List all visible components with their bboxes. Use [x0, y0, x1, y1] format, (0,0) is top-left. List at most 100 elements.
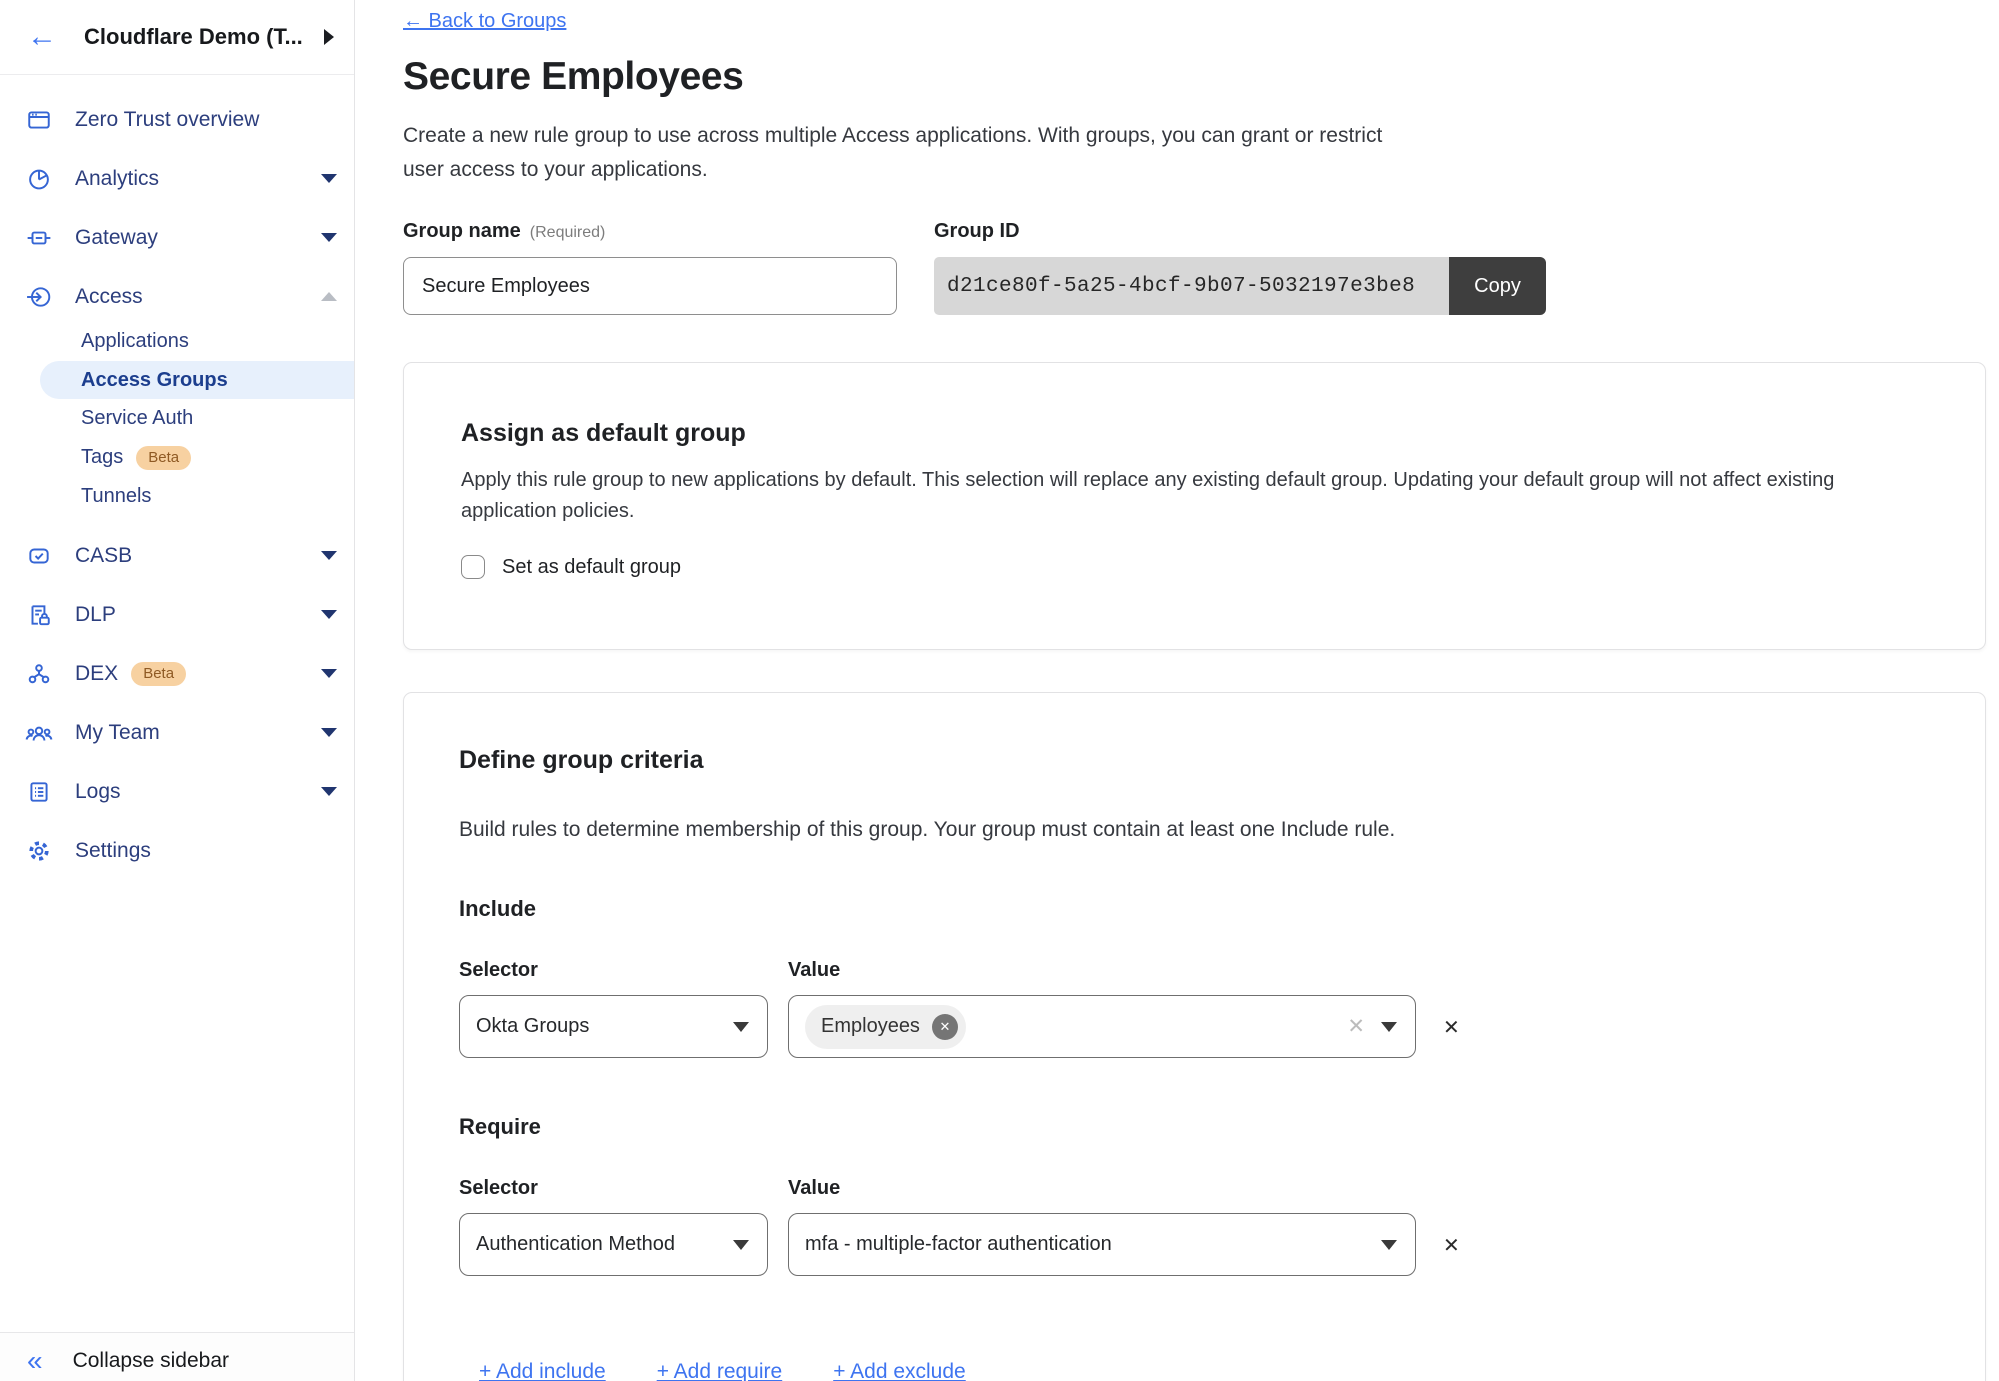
- sidebar-item-label: Tags: [81, 446, 123, 469]
- group-id-value: d21ce80f-5a25-4bcf-9b07-5032197e3be8: [934, 257, 1449, 315]
- chevron-down-icon[interactable]: [321, 233, 337, 242]
- chevron-down-icon[interactable]: [321, 669, 337, 678]
- include-value-multiselect[interactable]: Employees ✕ ✕: [788, 995, 1416, 1058]
- add-require-link[interactable]: + Add require: [657, 1360, 783, 1381]
- window-icon: [25, 106, 53, 134]
- include-section-title: Include: [459, 896, 1925, 922]
- sidebar-item-tags[interactable]: Tags Beta: [0, 438, 354, 477]
- include-rule-row: Selector Okta Groups Value Employees ✕ ✕: [459, 959, 1925, 1058]
- sidebar-item-zero-trust-overview[interactable]: Zero Trust overview: [0, 90, 354, 149]
- sidebar-item-dlp[interactable]: DLP: [0, 585, 354, 644]
- chevron-down-icon[interactable]: [321, 787, 337, 796]
- copy-button[interactable]: Copy: [1449, 257, 1546, 315]
- sidebar-item-dex[interactable]: DEX Beta: [0, 644, 354, 703]
- required-hint: (Required): [530, 224, 606, 242]
- default-group-card-title: Assign as default group: [461, 419, 1925, 448]
- chevron-down-icon[interactable]: [321, 610, 337, 619]
- sidebar-item-applications[interactable]: Applications: [0, 322, 354, 361]
- sidebar-item-my-team[interactable]: My Team: [0, 703, 354, 762]
- sidebar-item-label: Zero Trust overview: [75, 108, 259, 132]
- group-name-field-block: Group name (Required): [403, 220, 897, 315]
- require-value-value: mfa - multiple-factor authentication: [805, 1233, 1112, 1256]
- collapse-icon: «: [27, 1347, 43, 1375]
- require-selector-dropdown[interactable]: Authentication Method: [459, 1213, 768, 1276]
- require-selector-value: Authentication Method: [476, 1233, 675, 1256]
- remove-include-rule-icon[interactable]: ✕: [1443, 1015, 1460, 1040]
- remove-tag-icon[interactable]: ✕: [932, 1014, 958, 1040]
- sidebar-item-casb[interactable]: CASB: [0, 526, 354, 585]
- sidebar-item-label: CASB: [75, 544, 132, 568]
- gateway-icon: [25, 224, 53, 252]
- sidebar-item-label: Gateway: [75, 226, 158, 250]
- require-value-dropdown[interactable]: mfa - multiple-factor authentication: [788, 1213, 1416, 1276]
- chevron-down-icon[interactable]: [321, 174, 337, 183]
- caret-down-icon: [733, 1022, 749, 1032]
- casb-icon: [25, 542, 53, 570]
- sidebar-item-label: Applications: [81, 330, 189, 353]
- sidebar-item-access-groups[interactable]: Access Groups: [40, 361, 354, 399]
- sidebar-item-label: Tunnels: [81, 485, 151, 508]
- criteria-card: Define group criteria Build rules to det…: [403, 692, 1986, 1381]
- sidebar-item-settings[interactable]: Settings: [0, 821, 354, 880]
- rule-actions-row: + Add include + Add require + Add exclud…: [479, 1360, 1925, 1381]
- chevron-up-icon[interactable]: [321, 292, 337, 301]
- sidebar-item-analytics[interactable]: Analytics: [0, 149, 354, 208]
- include-selector-label: Selector: [459, 959, 768, 982]
- back-to-groups-link[interactable]: ← Back to Groups: [403, 10, 566, 33]
- sidebar-item-label: DEX: [75, 662, 118, 686]
- sidebar-nav: Zero Trust overview Analytics: [0, 75, 354, 880]
- access-submenu: Applications Access Groups Service Auth …: [0, 322, 354, 516]
- clear-icon[interactable]: ✕: [1347, 1014, 1365, 1039]
- caret-down-icon: [1381, 1240, 1397, 1250]
- sidebar-item-gateway[interactable]: Gateway: [0, 208, 354, 267]
- add-exclude-link[interactable]: + Add exclude: [833, 1360, 966, 1381]
- team-icon: [25, 719, 53, 747]
- default-group-card: Assign as default group Apply this rule …: [403, 362, 1986, 650]
- beta-badge: Beta: [136, 446, 191, 470]
- gear-icon: [25, 837, 53, 865]
- group-id-label: Group ID: [934, 220, 1020, 242]
- collapse-label: Collapse sidebar: [73, 1349, 229, 1373]
- sidebar-item-label: DLP: [75, 603, 116, 627]
- include-selector-dropdown[interactable]: Okta Groups: [459, 995, 768, 1058]
- chevron-down-icon[interactable]: [321, 728, 337, 737]
- page-title: Secure Employees: [403, 55, 1985, 99]
- pie-chart-icon: [25, 165, 53, 193]
- account-title[interactable]: Cloudflare Demo (T...: [84, 24, 316, 50]
- require-rule-row: Selector Authentication Method Value mfa…: [459, 1177, 1925, 1276]
- app-window: ← Cloudflare Demo (T... Zero Trust overv…: [0, 0, 1999, 1381]
- group-name-input[interactable]: [403, 257, 897, 315]
- sidebar-item-access[interactable]: Access: [0, 267, 354, 326]
- add-include-link[interactable]: + Add include: [479, 1360, 606, 1381]
- access-icon: [25, 283, 53, 311]
- document-lock-icon: [25, 601, 53, 629]
- default-group-checkbox-row: Set as default group: [461, 555, 1925, 579]
- chevron-down-icon[interactable]: [321, 551, 337, 560]
- value-tag-label: Employees: [821, 1015, 920, 1038]
- logs-icon: [25, 778, 53, 806]
- sidebar-item-label: Access Groups: [81, 369, 228, 392]
- page-description: Create a new rule group to use across mu…: [403, 119, 1403, 187]
- sidebar-item-tunnels[interactable]: Tunnels: [0, 477, 354, 516]
- sidebar-item-label: My Team: [75, 721, 160, 745]
- network-nodes-icon: [25, 660, 53, 688]
- sidebar-item-label: Logs: [75, 780, 121, 804]
- criteria-card-title: Define group criteria: [459, 746, 1925, 775]
- include-selector-value: Okta Groups: [476, 1015, 589, 1038]
- require-selector-label: Selector: [459, 1177, 768, 1200]
- sidebar: ← Cloudflare Demo (T... Zero Trust overv…: [0, 0, 355, 1381]
- sidebar-item-service-auth[interactable]: Service Auth: [0, 399, 354, 438]
- back-arrow-icon[interactable]: ←: [27, 22, 57, 52]
- sidebar-item-label: Settings: [75, 839, 151, 863]
- chevron-right-icon[interactable]: [324, 29, 334, 45]
- group-name-label: Group name: [403, 220, 521, 243]
- main-content: ← Back to Groups Secure Employees Create…: [355, 0, 1999, 1381]
- set-default-checkbox[interactable]: [461, 555, 485, 579]
- value-tag: Employees ✕: [805, 1005, 966, 1049]
- remove-require-rule-icon[interactable]: ✕: [1443, 1233, 1460, 1258]
- collapse-sidebar-button[interactable]: « Collapse sidebar: [0, 1332, 354, 1381]
- caret-down-icon: [1381, 1022, 1397, 1032]
- caret-down-icon: [733, 1240, 749, 1250]
- sidebar-item-label: Service Auth: [81, 407, 193, 430]
- sidebar-item-logs[interactable]: Logs: [0, 762, 354, 821]
